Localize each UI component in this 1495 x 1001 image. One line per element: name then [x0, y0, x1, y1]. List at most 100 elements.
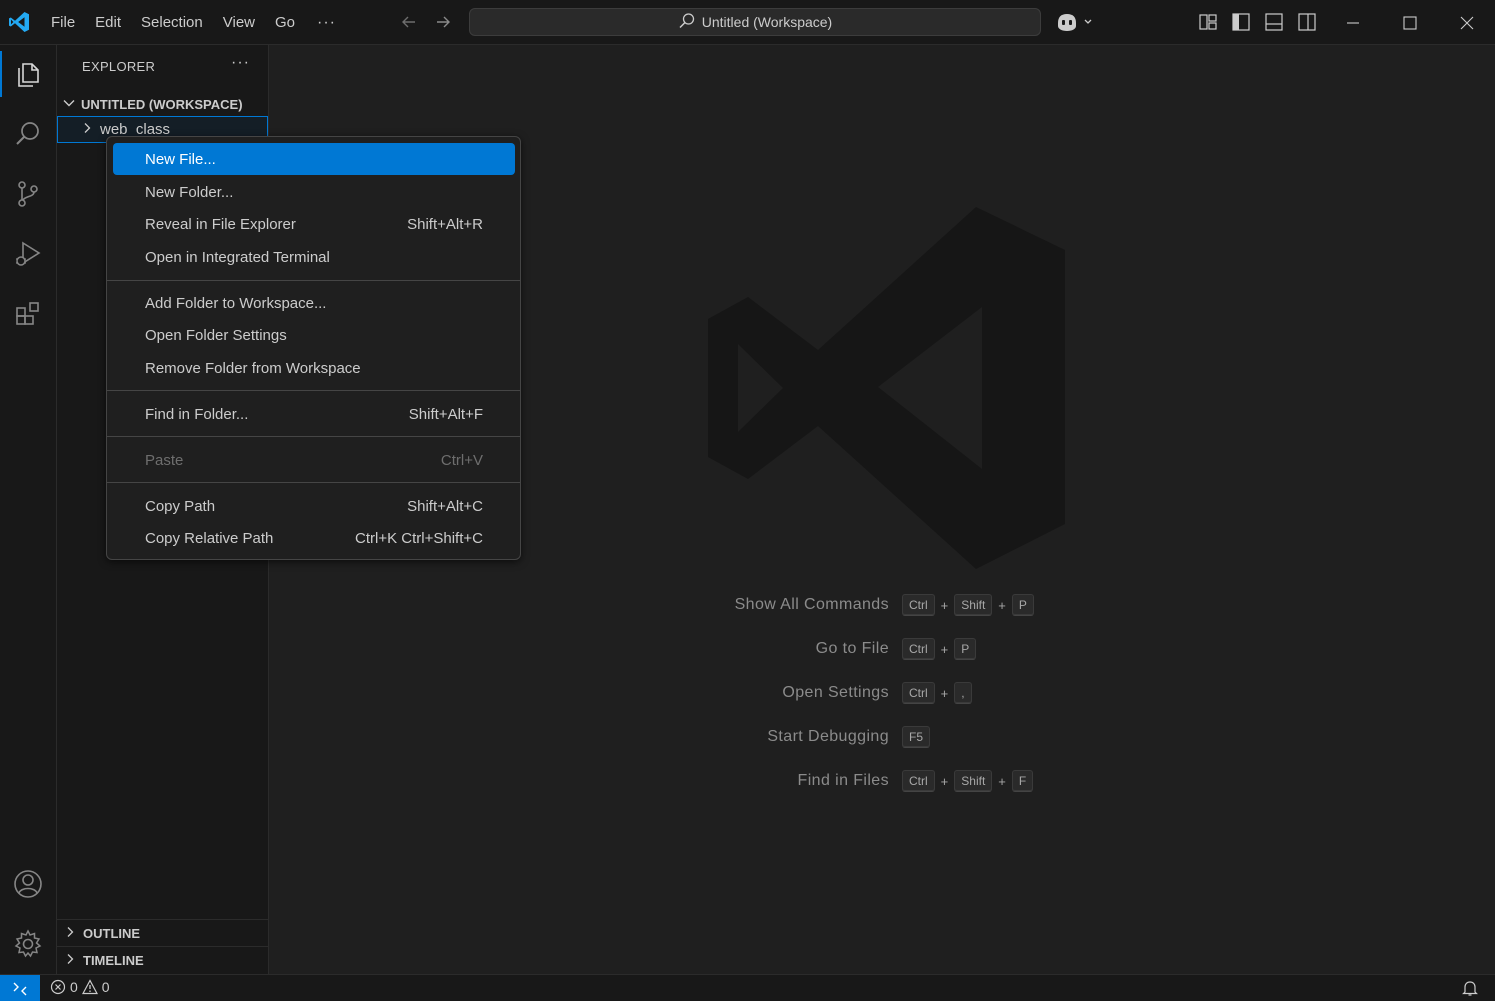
close-icon[interactable]: [1438, 0, 1495, 45]
menu-item-shortcut: Shift+Alt+R: [407, 215, 483, 233]
key-cap: F: [1011, 770, 1034, 792]
shortcut-row: Go to File Ctrl + P: [270, 636, 1495, 662]
timeline-section-header[interactable]: TIMELINE: [57, 946, 268, 973]
toggle-secondary-sidebar-icon[interactable]: [1296, 11, 1318, 33]
menu-separator: [107, 436, 520, 437]
vscode-watermark-logo: [708, 207, 1065, 569]
outline-label: OUTLINE: [83, 925, 141, 941]
menu-item-new-folder[interactable]: New Folder...: [113, 176, 515, 208]
forward-arrow-icon[interactable]: [432, 11, 454, 33]
explorer-header: EXPLORER: [82, 59, 156, 74]
back-arrow-icon[interactable]: [398, 11, 420, 33]
menu-item-find-in-folder[interactable]: Find in Folder... Shift+Alt+F: [113, 398, 515, 430]
menu-item-label: New File...: [145, 150, 216, 168]
key-plus: +: [940, 641, 949, 657]
menu-go[interactable]: Go: [265, 8, 305, 38]
remote-indicator-button[interactable]: [0, 975, 40, 1001]
search-icon[interactable]: [0, 105, 56, 163]
menu-view[interactable]: View: [213, 8, 265, 38]
workspace-title: UNTITLED (WORKSPACE): [81, 96, 243, 112]
menu-item-label: Copy Relative Path: [145, 529, 274, 547]
menu-item-shortcut: Shift+Alt+C: [407, 497, 483, 515]
menu-item-copy-relative-path[interactable]: Copy Relative Path Ctrl+K Ctrl+Shift+C: [113, 522, 515, 554]
menu-item-label: New Folder...: [145, 183, 234, 201]
menu-file[interactable]: File: [41, 8, 85, 38]
menu-item-label: Open in Integrated Terminal: [145, 248, 330, 266]
title-bar: File Edit Selection View Go ··· Untitled…: [0, 0, 1495, 45]
menu-item-label: Reveal in File Explorer: [145, 215, 296, 233]
customize-layout-icon[interactable]: [1197, 11, 1219, 33]
key-cap: Ctrl: [902, 682, 935, 704]
source-control-icon[interactable]: [0, 165, 56, 223]
toggle-primary-sidebar-icon[interactable]: [1230, 11, 1252, 33]
menu-item-open-in-terminal[interactable]: Open in Integrated Terminal: [113, 241, 515, 273]
notifications-bell-icon[interactable]: [1461, 979, 1479, 997]
key-cap: P: [954, 638, 977, 660]
key-cap: F5: [902, 726, 931, 748]
menu-item-shortcut: Shift+Alt+F: [408, 405, 483, 423]
warning-count: 0: [101, 979, 110, 995]
outline-section-header[interactable]: OUTLINE: [57, 919, 268, 946]
workspace-section-header[interactable]: UNTITLED (WORKSPACE): [61, 93, 243, 115]
menu-item-add-folder-to-workspace[interactable]: Add Folder to Workspace...: [113, 287, 515, 319]
menu-more-button[interactable]: ···: [305, 14, 348, 32]
copilot-icon[interactable]: [1055, 11, 1095, 33]
vscode-logo-icon[interactable]: [7, 10, 31, 34]
toggle-panel-icon[interactable]: [1263, 11, 1285, 33]
shortcut-label: Go to File: [815, 640, 889, 657]
shortcut-label: Open Settings: [782, 684, 889, 701]
menu-edit[interactable]: Edit: [85, 8, 131, 38]
account-icon[interactable]: [0, 855, 56, 913]
key-cap: P: [1011, 594, 1034, 616]
maximize-icon[interactable]: [1381, 0, 1438, 45]
error-icon: [50, 979, 66, 995]
key-cap: Ctrl: [902, 594, 935, 616]
shortcut-row: Find in Files Ctrl + Shift + F: [270, 768, 1495, 794]
activity-bar: [0, 45, 57, 974]
settings-gear-icon[interactable]: [0, 915, 56, 973]
menu-item-label: Add Folder to Workspace...: [145, 294, 327, 312]
menu-separator: [107, 482, 520, 483]
command-center-search[interactable]: Untitled (Workspace): [469, 8, 1041, 36]
menu-separator: [107, 390, 520, 391]
explorer-context-menu: New File... New Folder... Reveal in File…: [106, 136, 521, 560]
chevron-right-icon: [63, 925, 77, 942]
key-plus: +: [998, 597, 1006, 613]
menu-item-label: Paste: [145, 451, 184, 469]
menu-selection[interactable]: Selection: [131, 8, 213, 38]
run-debug-icon[interactable]: [0, 225, 56, 283]
search-icon: [678, 12, 696, 33]
key-plus: +: [940, 773, 949, 789]
key-cap: Ctrl: [902, 638, 935, 660]
shortcut-label: Start Debugging: [767, 728, 889, 745]
minimize-icon[interactable]: [1324, 0, 1381, 45]
remote-icon: [13, 982, 27, 995]
timeline-label: TIMELINE: [83, 952, 144, 968]
key-plus: +: [940, 685, 949, 701]
key-plus: +: [998, 773, 1006, 789]
command-center-label: Untitled (Workspace): [701, 14, 833, 30]
menu-item-paste: Paste Ctrl+V: [113, 444, 515, 476]
shortcut-label: Find in Files: [797, 772, 889, 789]
key-cap: Shift: [954, 594, 993, 616]
menu-item-shortcut: Ctrl+K Ctrl+Shift+C: [355, 529, 483, 547]
error-count: 0: [70, 979, 78, 995]
menu-item-reveal-in-file-explorer[interactable]: Reveal in File Explorer Shift+Alt+R: [113, 208, 515, 240]
extensions-icon[interactable]: [0, 285, 56, 343]
chevron-right-icon: [80, 121, 94, 139]
chevron-down-icon: [61, 95, 77, 114]
problems-indicator[interactable]: 0 0: [50, 979, 110, 995]
menu-item-remove-folder-from-workspace[interactable]: Remove Folder from Workspace: [113, 352, 515, 384]
shortcut-row: Show All Commands Ctrl + Shift + P: [270, 592, 1495, 618]
explorer-icon[interactable]: [0, 45, 56, 103]
key-plus: +: [940, 597, 949, 613]
menu-item-label: Open Folder Settings: [145, 326, 287, 344]
menu-item-label: Copy Path: [145, 497, 216, 515]
menu-item-open-folder-settings[interactable]: Open Folder Settings: [113, 319, 515, 351]
key-cap: Shift: [954, 770, 993, 792]
warning-icon: [81, 979, 98, 995]
chevron-right-icon: [63, 952, 77, 969]
explorer-more-button[interactable]: ···: [231, 54, 250, 72]
menu-item-new-file[interactable]: New File...: [113, 143, 515, 175]
menu-item-copy-path[interactable]: Copy Path Shift+Alt+C: [113, 490, 515, 522]
